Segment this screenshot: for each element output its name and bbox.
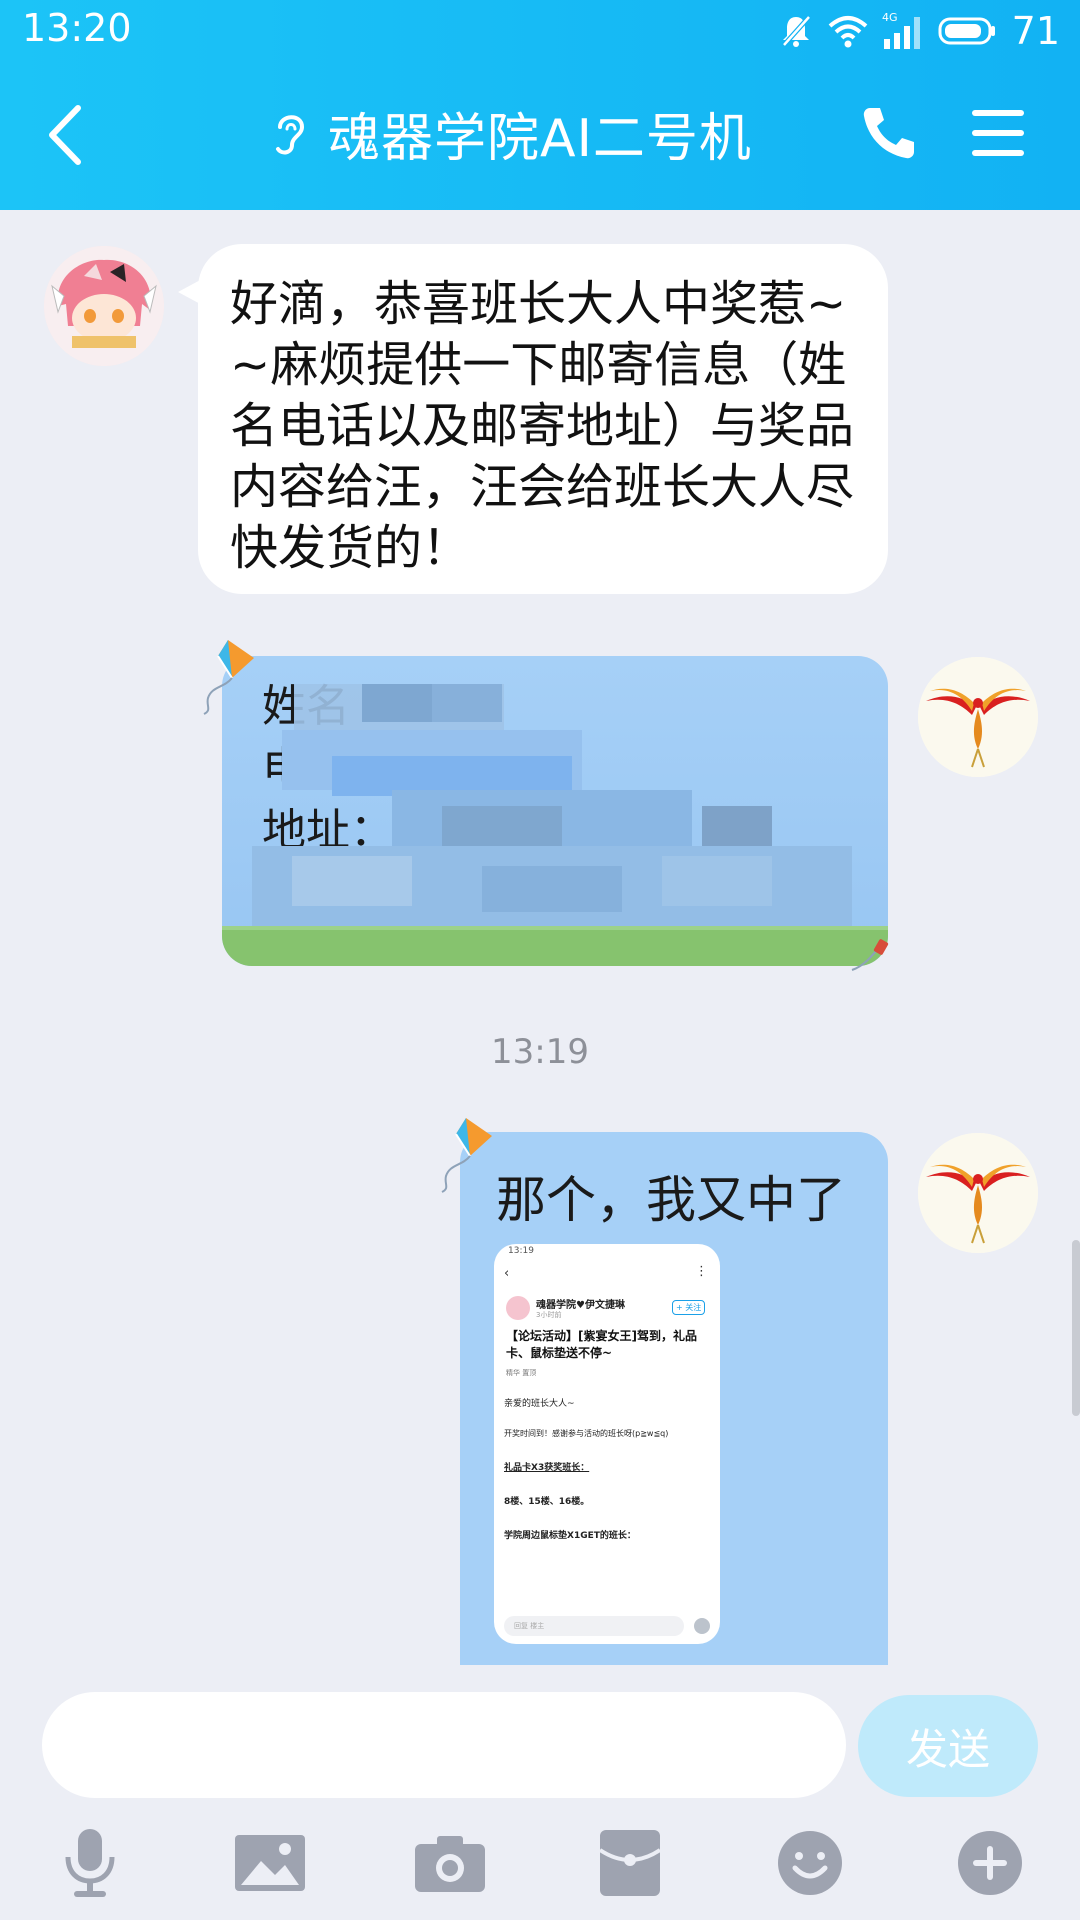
plus-icon [958,1831,1022,1895]
kite-decoration-icon [441,1118,492,1193]
thumb-author: 魂器学院♥伊文捷琳 [536,1300,625,1311]
more-button[interactable] [950,1823,1030,1903]
image-button[interactable] [230,1823,310,1903]
camera-icon [415,1836,485,1892]
thumb-more-icon: ⋮ [695,1264,708,1279]
message-bubble-outgoing[interactable]: 姓名 电话 地址：广 [222,656,888,966]
microphone-icon [65,1829,115,1897]
scrollbar[interactable] [1072,1240,1080,1416]
chat-area[interactable]: 好滴，恭喜班长大人中奖惹~~麻烦提供一下邮寄信息（姓名电话以及邮寄地址）与奖品内… [0,0,1080,1665]
kite-decoration-icon [203,640,254,715]
thumb-avatar [506,1296,530,1320]
message-timestamp: 13:19 [491,1032,589,1072]
thumb-status-time: 13:19 [508,1246,534,1256]
thumb-time: 3小时前 [536,1311,562,1319]
avatar-self[interactable] [918,1133,1038,1253]
anime-avatar-icon [44,246,164,366]
thumb-follow: + 关注 [672,1300,706,1315]
avatar-self[interactable] [918,657,1038,777]
thumb-title: 【论坛活动】[紫宴女王]驾到，礼品卡、鼠标垫送不停~ [506,1329,697,1360]
image-icon [235,1835,305,1891]
thumb-back-icon: ‹ [504,1266,510,1281]
message-bubble-incoming[interactable]: 好滴，恭喜班长大人中奖惹~~麻烦提供一下邮寄信息（姓名电话以及邮寄地址）与奖品内… [198,244,888,594]
message-input[interactable] [42,1692,846,1798]
avatar[interactable] [44,246,164,366]
phoenix-avatar-icon [918,657,1038,777]
privacy-mosaic [222,656,888,966]
message-bubble-outgoing[interactable]: 那个，我又中了 13:19 ‹ ⋮ 魂器学院♥伊文捷琳 3小时前 + 关注 【论… [460,1132,888,1665]
thumb-line: 学院周边鼠标垫X1GET的班长： [504,1531,636,1541]
message-text: 好滴，恭喜班长大人中奖惹~~麻烦提供一下邮寄信息（姓名电话以及邮寄地址）与奖品内… [230,276,855,576]
red-packet-button[interactable] [590,1823,670,1903]
thumb-line: 8楼、15楼、16楼。 [504,1497,590,1507]
phoenix-avatar-icon [918,1133,1038,1253]
thumb-reply-input: 回复 楼主 [504,1616,684,1636]
emoji-icon [778,1831,842,1895]
screenshot-image[interactable]: 13:19 ‹ ⋮ 魂器学院♥伊文捷琳 3小时前 + 关注 【论坛活动】[紫宴女… [494,1244,720,1644]
voice-button[interactable] [50,1823,130,1903]
red-packet-icon [600,1830,660,1896]
send-button[interactable]: 发送 [858,1695,1038,1797]
camera-button[interactable] [410,1823,490,1903]
message-text: 那个，我又中了 [496,1171,846,1229]
input-bar: 发送 [0,1665,1080,1920]
thumb-line: 开奖时间到！感谢参与活动的班长呀(p≧w≦q) [504,1429,669,1438]
thumb-line: 礼品卡X3获奖班长： [504,1463,590,1473]
thumb-line: 亲爱的班长大人~ [504,1399,575,1409]
thumb-reply-icon [694,1618,710,1634]
thumb-tags: 精华 置顶 [506,1369,537,1377]
kite-string-icon [851,939,889,971]
emoji-button[interactable] [770,1823,850,1903]
